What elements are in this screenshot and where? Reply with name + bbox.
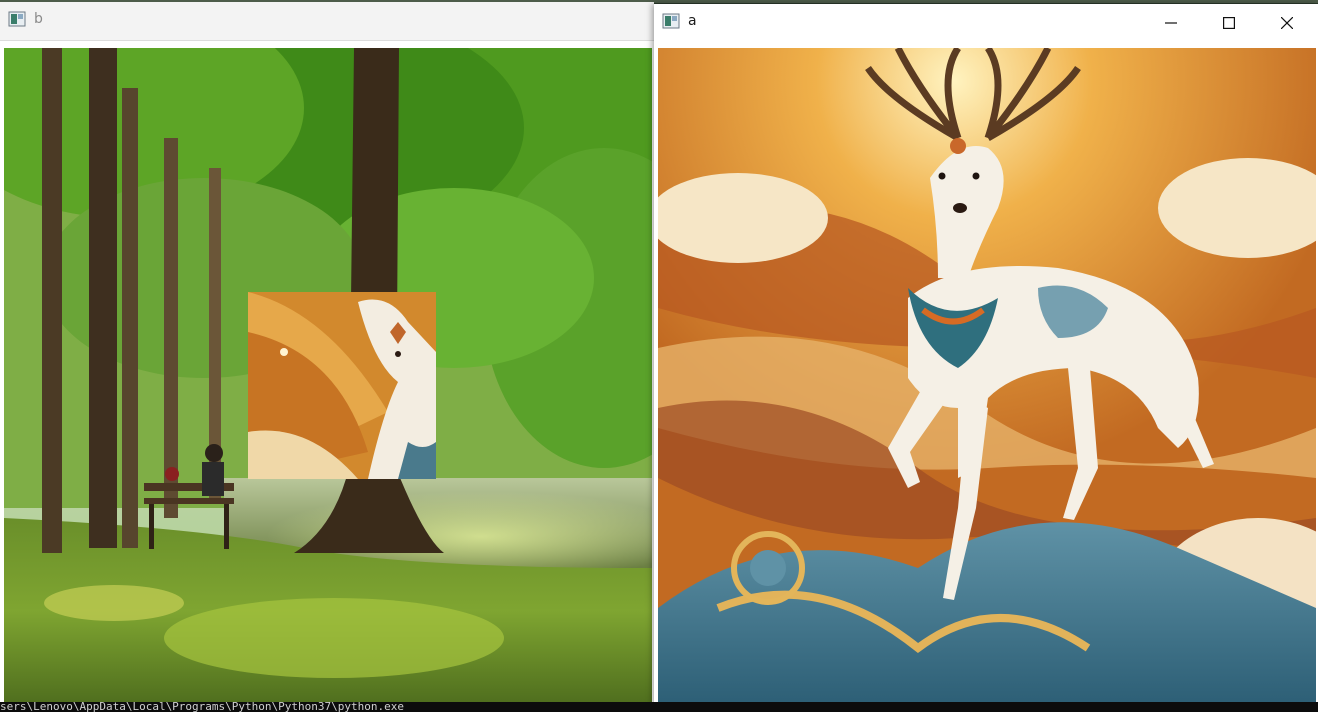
maximize-icon bbox=[1223, 17, 1235, 29]
maximize-button[interactable] bbox=[1200, 4, 1258, 42]
window-a-title: a bbox=[688, 13, 697, 29]
golden-deer-illustration bbox=[658, 48, 1316, 704]
app-window-icon bbox=[662, 13, 680, 29]
window-a[interactable]: a bbox=[654, 4, 1318, 706]
window-b-title: b bbox=[34, 11, 43, 27]
pasted-deer-patch bbox=[248, 292, 436, 479]
window-a-titlebar[interactable]: a bbox=[654, 4, 1318, 42]
close-button[interactable] bbox=[1258, 4, 1316, 42]
window-b-titlebar[interactable]: b bbox=[0, 2, 654, 41]
forest-park-image bbox=[4, 48, 652, 704]
minimize-button[interactable] bbox=[1142, 4, 1200, 42]
minimize-icon bbox=[1165, 17, 1177, 29]
app-window-icon bbox=[8, 11, 26, 27]
close-icon bbox=[1281, 17, 1293, 29]
console-text-strip: sers\Lenovo\AppData\Local\Programs\Pytho… bbox=[0, 702, 1318, 712]
window-b[interactable]: b bbox=[0, 2, 654, 704]
